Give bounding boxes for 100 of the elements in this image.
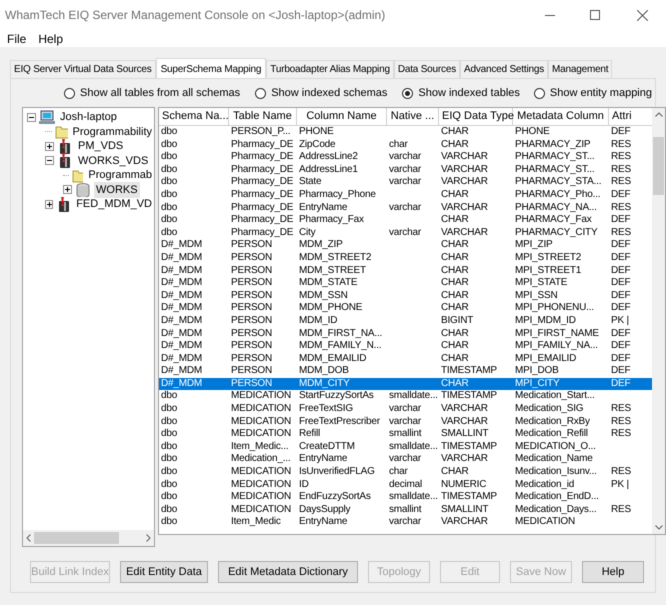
table-cell: DEF bbox=[611, 352, 630, 364]
table-cell: Pharmacy_DE bbox=[231, 151, 294, 162]
table-cell: RES bbox=[611, 151, 631, 162]
table-cell: VARCHAR bbox=[441, 416, 488, 427]
table-cell: TIMESTAMP bbox=[441, 390, 497, 402]
table-cell: NUMERIC bbox=[441, 478, 486, 490]
tree-item[interactable]: WORKS_VDS bbox=[76, 152, 150, 169]
table-cell: MDM_ID bbox=[299, 314, 338, 326]
table-cell: StartFuzzySortAs bbox=[299, 390, 374, 402]
tree-item[interactable]: Programmability bbox=[70, 124, 154, 140]
table-cell: Medication_Start... bbox=[515, 390, 595, 402]
scroll-down-icon[interactable] bbox=[654, 525, 662, 530]
radio-button[interactable] bbox=[255, 88, 266, 98]
tab[interactable]: SuperSchema Mapping bbox=[156, 58, 266, 78]
table-cell: Medication_id bbox=[515, 478, 574, 490]
table-cell: varchar bbox=[389, 151, 421, 162]
radio-label[interactable]: Show all tables from all schemas bbox=[80, 84, 240, 102]
column-header[interactable]: EIQ Data Type bbox=[439, 108, 513, 125]
selected-row[interactable]: D#_MDM PERSON MDM_CITY CHAR MPI_CITY DEF bbox=[159, 378, 652, 390]
table-cell: PERSON bbox=[231, 239, 272, 250]
tree-item[interactable]: FED_MDM_VD bbox=[74, 196, 154, 212]
tab[interactable]: Data Sources bbox=[394, 60, 460, 78]
tab[interactable]: EIQ Server Virtual Data Sources bbox=[10, 60, 156, 78]
button[interactable]: Edit Metadata Dictionary bbox=[218, 561, 358, 583]
vertical-scrollbar[interactable] bbox=[652, 108, 665, 534]
table-cell: MPI_ZIP bbox=[515, 239, 552, 250]
close-icon[interactable] bbox=[637, 10, 648, 20]
table-cell: MEDICATION bbox=[231, 491, 292, 502]
tab[interactable]: Turboadapter Alias Mapping bbox=[266, 60, 394, 78]
tree-item[interactable]: Josh-laptop bbox=[58, 109, 119, 126]
horizontal-scrollbar[interactable] bbox=[23, 530, 154, 546]
column-header[interactable]: Schema Na... bbox=[159, 108, 229, 125]
table-cell: dbo bbox=[161, 403, 178, 414]
menu-item[interactable]: Help bbox=[38, 30, 64, 48]
expand-icon[interactable] bbox=[63, 185, 72, 194]
radio-button[interactable] bbox=[534, 88, 545, 98]
column-header[interactable]: Native ... bbox=[387, 108, 439, 125]
table-cell: char bbox=[389, 138, 408, 150]
button[interactable]: Help bbox=[582, 561, 644, 583]
table-cell: MDM_SSN bbox=[299, 290, 348, 301]
tree-item[interactable]: WORKS bbox=[94, 182, 140, 198]
column-header[interactable]: Metadata Column bbox=[513, 108, 609, 125]
table-cell: MDM_PHONE bbox=[299, 302, 362, 314]
table-cell: MPI_FIRST_NAME bbox=[515, 328, 599, 338]
tree-item[interactable]: Programmab bbox=[86, 167, 154, 184]
table-cell: MEDICATION bbox=[231, 416, 292, 427]
column-header[interactable]: Column Name bbox=[297, 108, 387, 125]
scroll-left-icon[interactable] bbox=[26, 534, 31, 542]
table-cell: DEF bbox=[611, 239, 630, 250]
table-cell: SMALLINT bbox=[441, 428, 488, 440]
scroll-right-icon[interactable] bbox=[146, 534, 151, 542]
radio-button[interactable] bbox=[64, 88, 75, 98]
table-cell: EntryName bbox=[299, 516, 348, 528]
tree-item[interactable]: PM_VDS bbox=[76, 138, 126, 154]
tab[interactable]: Advanced Settings bbox=[460, 60, 548, 78]
menu-item[interactable]: File bbox=[7, 30, 26, 48]
collapse-icon[interactable] bbox=[45, 156, 54, 166]
table-cell: EntryName bbox=[299, 202, 348, 213]
table-cell: DaysSupply bbox=[299, 504, 350, 515]
column-header[interactable]: Attri bbox=[609, 108, 647, 125]
radio-button[interactable] bbox=[402, 88, 414, 98]
table-cell: MDM_EMAILID bbox=[299, 352, 366, 364]
table-cell: varchar bbox=[389, 226, 421, 238]
collapse-icon[interactable] bbox=[27, 112, 36, 122]
button[interactable]: Edit Entity Data bbox=[120, 561, 208, 583]
table-cell: MPI_CITY bbox=[515, 378, 560, 389]
table-cell: Refill bbox=[299, 428, 320, 440]
table-cell: PHARMACY_Pho... bbox=[515, 188, 600, 200]
scroll-up-icon[interactable] bbox=[654, 112, 662, 117]
table-cell: dbo bbox=[161, 440, 178, 452]
table-cell: CHAR bbox=[441, 277, 469, 288]
table-cell: MPI_STREET1 bbox=[515, 264, 582, 276]
button: Topology bbox=[368, 561, 430, 583]
column-header[interactable]: Table Name bbox=[229, 108, 297, 125]
maximize-icon[interactable] bbox=[590, 10, 600, 20]
radio-label[interactable]: Show indexed tables bbox=[418, 84, 520, 102]
tab[interactable]: Management bbox=[548, 60, 612, 78]
table-cell: PHARMACY_NA... bbox=[515, 202, 597, 213]
table-cell: Pharmacy_DE bbox=[231, 176, 294, 188]
table-cell: PHARMACY_Fax bbox=[515, 214, 592, 226]
table-cell: MDM_STATE bbox=[299, 277, 358, 288]
radio-label[interactable]: Show indexed schemas bbox=[271, 84, 388, 102]
scrollbar-thumb[interactable] bbox=[653, 137, 664, 195]
table-cell: varchar bbox=[389, 416, 421, 427]
table-cell: TIMESTAMP bbox=[441, 491, 497, 502]
radio-label[interactable]: Show entity mapping bbox=[550, 84, 652, 102]
table-cell: MDM_ZIP bbox=[299, 239, 343, 250]
table-cell: DEF bbox=[611, 365, 630, 376]
table-cell: CreateDTTM bbox=[299, 440, 355, 452]
minimize-icon[interactable] bbox=[545, 14, 555, 16]
database-warning-icon bbox=[56, 196, 72, 212]
table-cell: CHAR bbox=[441, 138, 469, 150]
expand-icon[interactable] bbox=[45, 200, 54, 209]
expand-icon[interactable] bbox=[45, 142, 54, 151]
table-cell: Pharmacy_Phone bbox=[299, 188, 376, 200]
table-cell: VARCHAR bbox=[441, 176, 488, 188]
table-cell: D#_MDM bbox=[161, 239, 202, 250]
table-cell: D#_MDM bbox=[161, 352, 202, 364]
button: Save Now bbox=[510, 561, 572, 583]
scrollbar-thumb[interactable] bbox=[34, 532, 118, 544]
